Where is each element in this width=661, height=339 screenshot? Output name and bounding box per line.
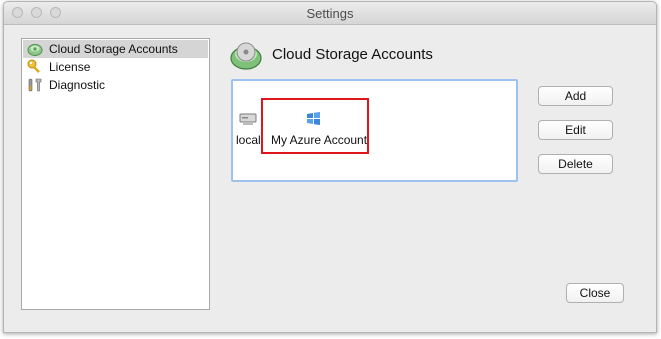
sidebar-item-license[interactable]: License (23, 58, 208, 76)
account-item-local[interactable]: local (234, 108, 264, 148)
selection-highlight (261, 98, 369, 154)
close-button[interactable]: Close (566, 283, 624, 303)
sidebar-item-label: Cloud Storage Accounts (49, 42, 178, 56)
edit-button[interactable]: Edit (538, 120, 613, 140)
cloud-storage-large-icon (230, 42, 262, 70)
page-title: Cloud Storage Accounts (272, 46, 433, 63)
window-title: Settings (306, 6, 354, 21)
delete-button[interactable]: Delete (538, 154, 613, 174)
settings-sidebar: Cloud Storage Accounts License Diagnosti… (21, 38, 210, 310)
local-drive-icon (239, 113, 257, 125)
cloud-storage-icon (27, 44, 43, 56)
title-bar: Settings (4, 2, 656, 25)
sidebar-item-label: Diagnostic (49, 78, 106, 92)
key-icon (27, 59, 40, 73)
add-button[interactable]: Add (538, 86, 613, 106)
sidebar-item-label: License (49, 60, 91, 74)
tools-icon (28, 78, 42, 92)
account-label: local (236, 133, 261, 147)
sidebar-item-diagnostic[interactable]: Diagnostic (23, 76, 208, 94)
sidebar-item-cloud-storage-accounts[interactable]: Cloud Storage Accounts (23, 40, 208, 58)
